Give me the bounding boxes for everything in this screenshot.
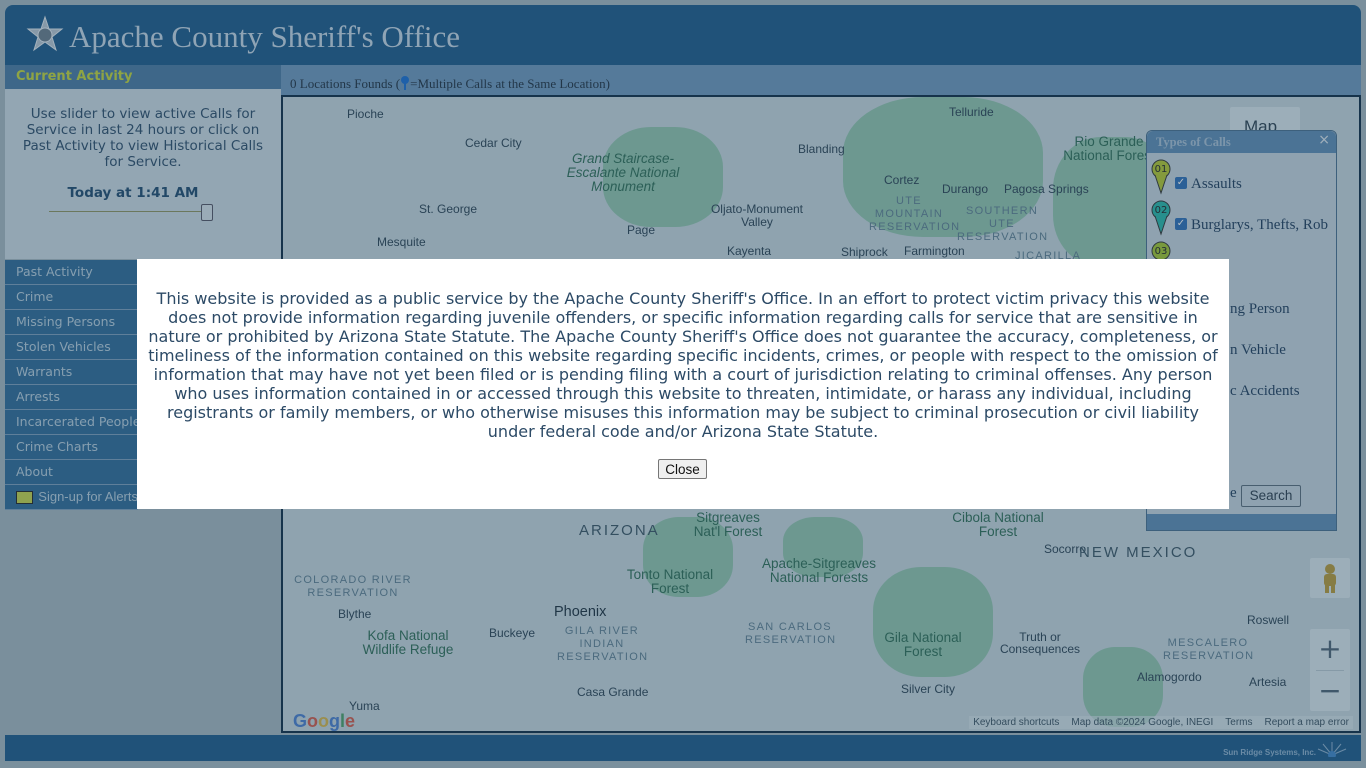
disclaimer-text: This website is provided as a public ser… <box>148 289 1218 441</box>
page: Apache County Sheriff's Office Current A… <box>0 0 1366 768</box>
disclaimer-modal: This website is provided as a public ser… <box>137 259 1229 509</box>
close-button[interactable]: Close <box>658 459 707 479</box>
